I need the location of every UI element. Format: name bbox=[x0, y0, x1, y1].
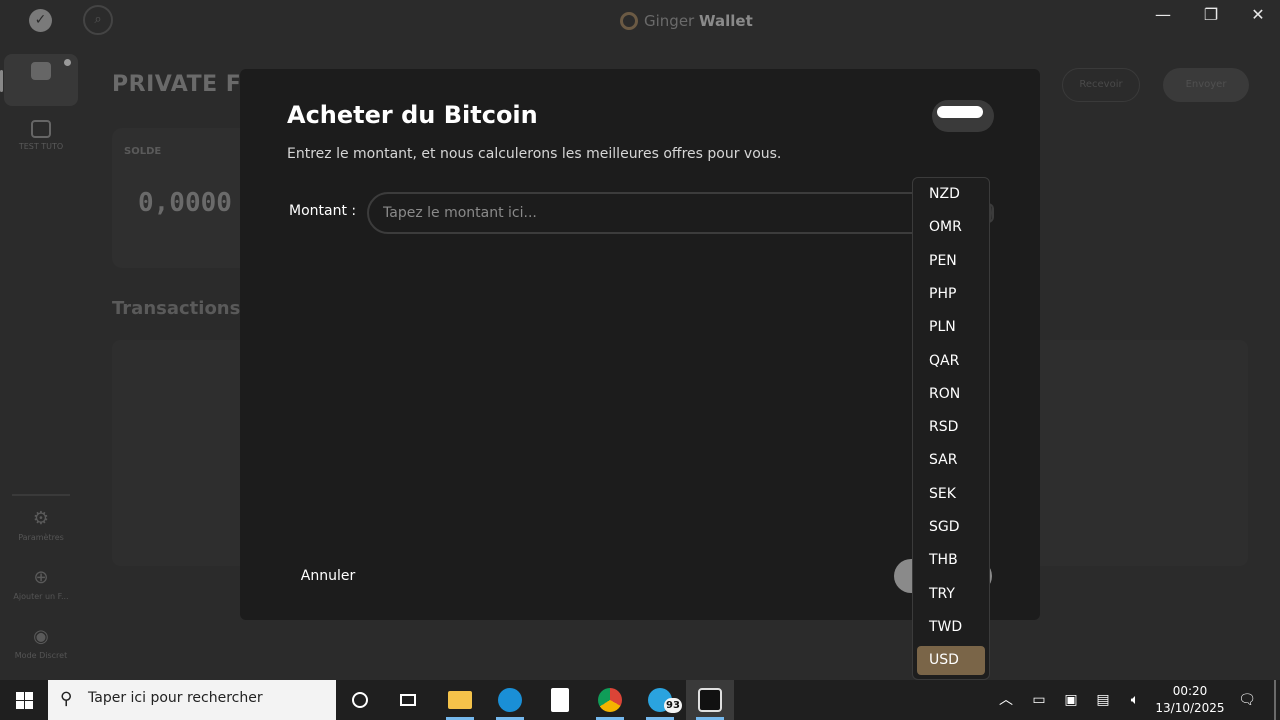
currency-option-twd[interactable]: TWD bbox=[917, 613, 985, 642]
telegram-badge: 93 bbox=[664, 698, 682, 713]
sidebar-item-label: TEST TUTO bbox=[18, 142, 64, 151]
edge-icon bbox=[498, 688, 522, 712]
ginger-wallet-button[interactable] bbox=[686, 680, 734, 720]
document-icon bbox=[551, 688, 569, 712]
currency-option-rsd[interactable]: RSD bbox=[917, 413, 985, 442]
balance-value: 0,0000 bbox=[138, 188, 232, 218]
restore-icon[interactable]: ❐ bbox=[1191, 4, 1231, 26]
app-title: Ginger Wallet bbox=[644, 12, 753, 30]
dialog-title: Acheter du Bitcoin bbox=[287, 101, 538, 129]
country-highlight bbox=[937, 106, 983, 118]
currency-option-sar[interactable]: SAR bbox=[917, 446, 985, 475]
wallet-icon bbox=[31, 62, 51, 80]
notification-icon[interactable]: 🗨︎ bbox=[1232, 680, 1262, 720]
balance-label: SOLDE bbox=[124, 146, 162, 157]
country-selector[interactable]: Bénin bbox=[932, 100, 994, 132]
sidebar: TEST TUTO ⚙ Paramètres ⊕ Ajouter un F...… bbox=[0, 40, 82, 680]
amount-input[interactable] bbox=[383, 194, 903, 232]
file-explorer-button[interactable] bbox=[436, 680, 484, 720]
currency-option-qar[interactable]: QAR bbox=[917, 347, 985, 376]
status-check-icon[interactable]: ✓ bbox=[29, 9, 52, 32]
edge-button[interactable] bbox=[486, 680, 534, 720]
currency-option-ron[interactable]: RON bbox=[917, 380, 985, 409]
taskbar-search-box[interactable]: ⚲ Taper ici pour rechercher bbox=[48, 680, 336, 720]
receive-button[interactable]: Recevoir bbox=[1062, 68, 1140, 102]
sidebar-item-add-wallet[interactable]: ⊕ Ajouter un F... bbox=[4, 567, 78, 601]
chevron-up-icon[interactable]: ︿ bbox=[994, 680, 1018, 720]
plus-circle-icon: ⊕ bbox=[33, 567, 49, 588]
balance-card: SOLDE 0,0000 bbox=[112, 128, 252, 268]
title-bar: ✓ ⌕ Ginger Wallet — ❐ ✕ bbox=[0, 0, 1280, 40]
send-button[interactable]: Envoyer bbox=[1163, 68, 1249, 102]
transactions-title: Transactions bbox=[112, 298, 241, 319]
close-icon[interactable]: ✕ bbox=[1238, 4, 1278, 26]
task-view-button[interactable] bbox=[384, 680, 432, 720]
task-view-icon bbox=[400, 694, 416, 706]
sidebar-active-indicator bbox=[0, 70, 3, 92]
search-icon[interactable]: ⌕ bbox=[83, 5, 113, 35]
ginger-wallet-icon bbox=[698, 688, 722, 712]
network-icon[interactable]: ▤ bbox=[1090, 680, 1116, 720]
taskbar: ⚲ Taper ici pour rechercher 93 ︿ ▭ ▣ ▤ 🔈… bbox=[0, 680, 1280, 720]
dialog-subtitle: Entrez le montant, et nous calculerons l… bbox=[287, 146, 782, 162]
cancel-button[interactable]: Annuler bbox=[287, 560, 369, 592]
windows-logo-icon bbox=[25, 701, 33, 709]
chrome-icon bbox=[598, 688, 622, 712]
taskbar-clock[interactable]: 00:20 13/10/2025 bbox=[1150, 683, 1230, 717]
currency-option-pen[interactable]: PEN bbox=[917, 247, 985, 276]
windows-start-button[interactable] bbox=[0, 680, 48, 720]
folder-icon bbox=[448, 691, 472, 709]
cortana-icon bbox=[352, 692, 368, 708]
eye-icon: ◉ bbox=[33, 626, 49, 647]
search-icon: ⚲ bbox=[60, 689, 73, 709]
sidebar-item-settings[interactable]: ⚙ Paramètres bbox=[4, 508, 78, 542]
currency-option-usd[interactable]: USD bbox=[917, 646, 985, 676]
page-title: PRIVATE FU bbox=[112, 72, 260, 97]
show-desktop-button[interactable] bbox=[1274, 680, 1276, 720]
sidebar-divider bbox=[12, 494, 70, 496]
ginger-logo-icon bbox=[620, 12, 638, 30]
wallet-icon bbox=[31, 120, 51, 138]
sidebar-item-test-tuto[interactable]: TEST TUTO bbox=[4, 112, 78, 164]
currency-option-omr[interactable]: OMR bbox=[917, 213, 985, 242]
currency-option-try[interactable]: TRY bbox=[917, 580, 985, 609]
app-logo: Ginger Wallet bbox=[620, 10, 753, 32]
amount-label: Montant : bbox=[289, 203, 357, 219]
currency-dropdown[interactable]: NZD OMR PEN PHP PLN QAR RON RSD SAR SEK SGD THB TRY T… bbox=[912, 177, 990, 680]
windows-logo-icon bbox=[16, 692, 24, 700]
currency-option-php[interactable]: PHP bbox=[917, 280, 985, 309]
cortana-button[interactable] bbox=[336, 680, 384, 720]
taskbar-search-placeholder: Taper ici pour rechercher bbox=[88, 690, 263, 706]
clock-date: 13/10/2025 bbox=[1155, 701, 1225, 715]
currency-option-pln[interactable]: PLN bbox=[917, 313, 985, 342]
windows-logo-icon bbox=[16, 701, 24, 709]
app-window: ✓ ⌕ Ginger Wallet — ❐ ✕ TEST TUTO ⚙ Para… bbox=[0, 0, 1280, 680]
currency-option-sgd[interactable]: SGD bbox=[917, 513, 985, 542]
gear-icon: ⚙ bbox=[32, 508, 50, 529]
clock-time: 00:20 bbox=[1172, 684, 1208, 698]
chrome-button[interactable] bbox=[586, 680, 634, 720]
windows-logo-icon bbox=[25, 692, 33, 700]
volume-icon[interactable]: 🔈︎ bbox=[1122, 680, 1148, 720]
telegram-button[interactable]: 93 bbox=[636, 680, 684, 720]
minimize-icon[interactable]: — bbox=[1143, 4, 1183, 26]
amount-field[interactable] bbox=[367, 192, 992, 234]
currency-option-thb[interactable]: THB bbox=[917, 546, 985, 575]
battery-icon[interactable]: ▭ bbox=[1026, 680, 1052, 720]
currency-option-sek[interactable]: SEK bbox=[917, 480, 985, 509]
sidebar-item-privacy-mode[interactable]: ◉ Mode Discret bbox=[4, 626, 78, 660]
notepad-button[interactable] bbox=[536, 680, 584, 720]
currency-option-nzd[interactable]: NZD bbox=[917, 180, 985, 209]
notification-dot bbox=[64, 59, 71, 66]
meet-now-icon[interactable]: ▣ bbox=[1058, 680, 1084, 720]
